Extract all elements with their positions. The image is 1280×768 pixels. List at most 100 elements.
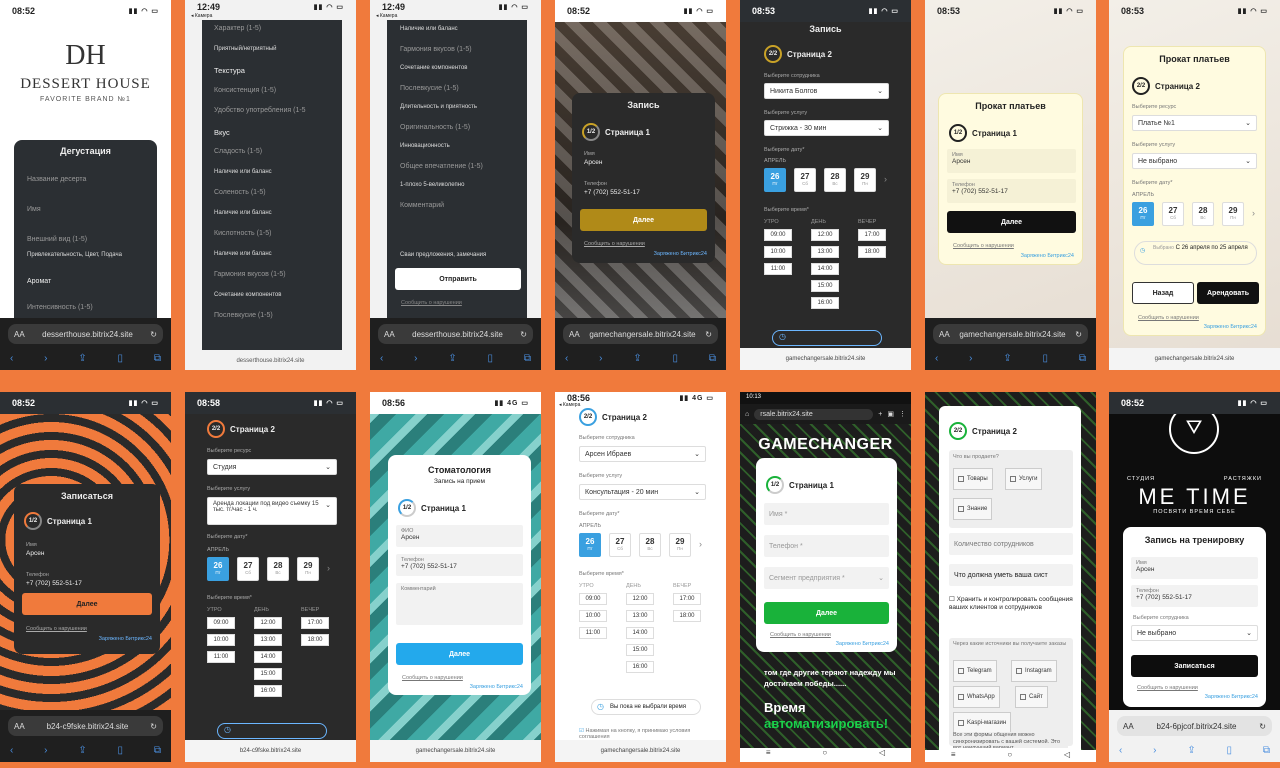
time-slot[interactable]: 09:00 [764,229,792,241]
option-knowledge[interactable]: Знание [953,498,993,520]
service-select[interactable]: Стрижка - 30 мин ⌄ [764,120,889,136]
date-27[interactable]: 27 Сб [237,557,259,581]
name-field[interactable]: Имя * [764,503,889,525]
form-field[interactable]: Комментарий [400,202,444,209]
time-slot[interactable]: 17:00 [301,617,329,629]
back-icon[interactable]: ‹ [935,353,938,364]
report-link[interactable]: Сообщить о нарушении [401,300,462,306]
chevron-right-icon[interactable]: › [699,539,702,549]
share-icon[interactable]: ⇪ [78,745,86,756]
nav-back-icon[interactable]: ◁ [1064,750,1070,762]
report-link[interactable]: Сообщить о нарушении [584,241,645,247]
resource-select[interactable]: Платье №1 ⌄ [1132,115,1257,131]
bookmarks-icon[interactable]: ▯ [488,353,494,364]
time-slot[interactable]: 09:00 [579,593,607,605]
phone-field[interactable]: Телефон * [764,535,889,557]
time-slot[interactable]: 14:00 [626,627,654,639]
form-field[interactable]: Общее впечатление (1-5) [400,163,483,170]
agreement-checkbox[interactable]: ☑ Нажимая на кнопку, я принимаю условия … [579,728,709,740]
share-icon[interactable]: ⇪ [633,353,641,364]
forward-icon[interactable]: › [1153,745,1156,756]
chevron-right-icon[interactable]: › [1252,208,1255,218]
aa-button[interactable]: AA [939,330,950,339]
back-icon[interactable]: ‹ [1119,745,1122,756]
service-select[interactable]: Аренда локации под видео съемку 15 тыс. … [207,497,337,525]
time-slot[interactable]: 12:00 [254,617,282,629]
reload-icon[interactable]: ↻ [520,330,527,339]
comment-field[interactable]: Комментарий [396,583,523,625]
next-button[interactable]: Далее [580,209,707,231]
chevron-right-icon[interactable]: › [884,174,887,184]
time-slot[interactable]: 16:00 [626,661,654,673]
address-bar[interactable]: AA desserthouse.bitrix24.site ↻ [8,324,163,344]
name-field[interactable]: Имя Арсен [1131,557,1258,579]
next-button[interactable]: Далее [396,643,523,665]
time-slot[interactable]: 10:00 [764,246,792,258]
time-slot[interactable]: 09:00 [207,617,235,629]
time-slot[interactable]: 18:00 [858,246,886,258]
time-slot[interactable]: 14:00 [254,651,282,663]
date-26[interactable]: 26 Пт [579,533,601,557]
send-button[interactable]: Отправить [395,268,521,290]
date-28[interactable]: 28 Вс [1192,202,1214,226]
date-27[interactable]: 27 Сб [794,168,816,192]
address-bar[interactable]: AA b24-c9fske.bitrix24.site ↻ [8,716,163,736]
aa-button[interactable]: AA [569,330,580,339]
phone-field[interactable]: Телефон +7 (702) 552-51-17 [1131,585,1258,607]
time-slot[interactable]: 10:00 [579,610,607,622]
tabs-icon[interactable]: ⧉ [154,745,161,756]
time-slot[interactable]: 17:00 [858,229,886,241]
fio-field[interactable]: ФИО Арсен [396,525,523,547]
rent-button[interactable]: Арендовать [1197,282,1259,304]
name-value[interactable]: Арсен [584,159,602,166]
form-field[interactable]: Сладость (1-5) [214,148,262,155]
time-slot[interactable]: 16:00 [811,297,839,309]
date-26[interactable]: 26 Пт [207,557,229,581]
form-field[interactable]: Послевкусие (1-5) [400,85,459,92]
date-27[interactable]: 27 Сб [1162,202,1184,226]
report-link[interactable]: Сообщить о нарушении [1137,685,1198,691]
field-dessert-name[interactable]: Название десерта [27,176,86,183]
next-button[interactable]: Далее [947,211,1076,233]
back-icon[interactable]: ‹ [10,745,13,756]
time-slot[interactable]: 12:00 [811,229,839,241]
form-field[interactable]: Удобство употребления (1-5 [214,107,306,114]
tabs-icon[interactable]: ▣ [887,410,894,418]
bookmarks-icon[interactable]: ▯ [118,353,124,364]
time-slot[interactable]: 13:00 [811,246,839,258]
time-slot[interactable]: 15:00 [626,644,654,656]
aa-button[interactable]: AA [14,722,25,731]
field-appearance[interactable]: Внешний вид (1-5) [27,236,87,243]
report-link[interactable]: Сообщить о нарушении [770,632,831,638]
date-29[interactable]: 29 Пн [297,557,319,581]
source-site[interactable]: Сайт [1015,686,1048,708]
form-field[interactable]: Кислотность (1-5) [214,230,271,237]
report-link[interactable]: Сообщить о нарушении [953,243,1014,249]
bottom-pill[interactable]: ◷ [217,723,327,739]
bookmarks-icon[interactable]: ▯ [118,745,124,756]
date-29[interactable]: 29 Пн [1222,202,1244,226]
back-icon[interactable]: ‹ [565,353,568,364]
reload-icon[interactable]: ↻ [150,722,157,731]
bookmarks-icon[interactable]: ▯ [1227,745,1233,756]
new-tab-icon[interactable]: + [878,411,882,418]
date-28[interactable]: 28 Вс [639,533,661,557]
share-icon[interactable]: ⇪ [78,353,86,364]
date-28[interactable]: 28 Вс [824,168,846,192]
forward-icon[interactable]: › [414,353,417,364]
form-field[interactable]: Послевкусие (1-5) [214,312,273,319]
employees-field[interactable]: Количество сотрудников [949,533,1073,555]
share-icon[interactable]: ⇪ [1187,745,1195,756]
time-slot[interactable]: 15:00 [811,280,839,292]
tabs-icon[interactable]: ⧉ [709,353,716,364]
phone-value[interactable]: +7 (702) 552-51-17 [26,580,82,587]
nav-home-icon[interactable]: ○ [1007,750,1012,762]
next-button[interactable]: Далее [764,602,889,624]
time-slot[interactable]: 18:00 [673,610,701,622]
time-slot[interactable]: 12:00 [626,593,654,605]
form-field[interactable]: Гармония вкусов (1-5) [400,46,472,53]
next-button[interactable]: Далее [22,593,152,615]
address-bar[interactable]: AA b24-6pjcof.bitrix24.site ↻ [1117,716,1272,736]
checkbox-icon[interactable]: ☐ [949,596,955,603]
home-icon[interactable]: ⌂ [745,411,749,418]
